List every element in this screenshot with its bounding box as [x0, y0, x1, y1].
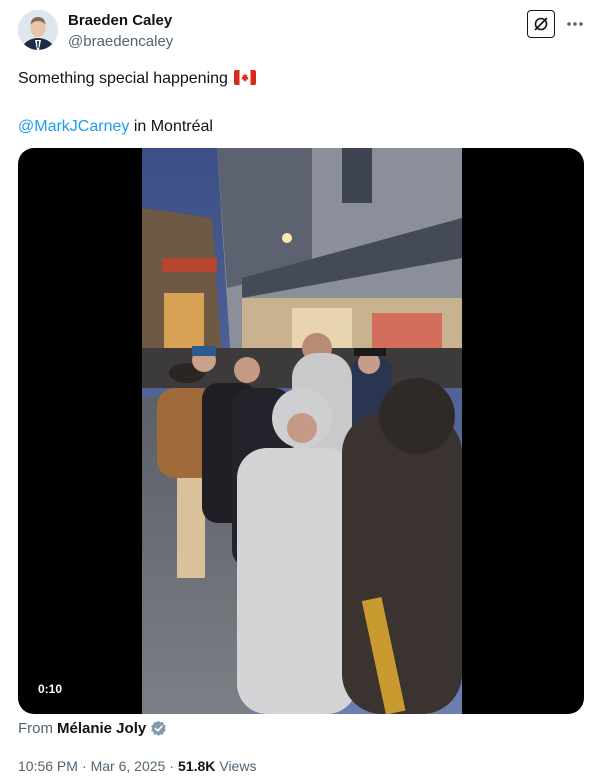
more-icon [567, 22, 583, 26]
tweet-line2: @MarkJCarney in Montréal [18, 116, 213, 138]
tweet-meta: 10:56 PM · Mar 6, 2025 · 51.8K Views [18, 758, 256, 774]
video-source-line: From Mélanie Joly [18, 720, 167, 737]
author-handle[interactable]: @braedencaley [68, 33, 173, 50]
avatar-photo [18, 10, 58, 50]
meta-separator: · [169, 758, 174, 774]
tweet-line1: Something special happening [18, 70, 228, 87]
source-prefix: From [18, 720, 53, 737]
verified-badge-icon [150, 720, 167, 737]
grok-icon [534, 17, 548, 31]
video-player[interactable]: 0:10 [18, 148, 584, 714]
tweet-date[interactable]: Mar 6, 2025 [91, 758, 166, 774]
grok-button[interactable] [527, 10, 555, 38]
views-count: 51.8K [178, 758, 216, 774]
avatar[interactable] [18, 10, 58, 50]
video-thumbnail [142, 148, 462, 714]
tweet-time[interactable]: 10:56 PM [18, 758, 78, 774]
meta-separator: · [81, 758, 87, 774]
author-name[interactable]: Braeden Caley [68, 12, 172, 29]
more-options-button[interactable] [564, 13, 586, 35]
canada-flag-icon [234, 70, 257, 92]
source-account-link[interactable]: Mélanie Joly [57, 720, 146, 737]
mention-link[interactable]: @MarkJCarney [18, 118, 129, 135]
tweet-text: Something special happening [18, 68, 257, 92]
views-label: Views [219, 758, 257, 774]
video-duration: 0:10 [32, 680, 69, 698]
tweet-line2-text: in Montréal [129, 118, 213, 135]
